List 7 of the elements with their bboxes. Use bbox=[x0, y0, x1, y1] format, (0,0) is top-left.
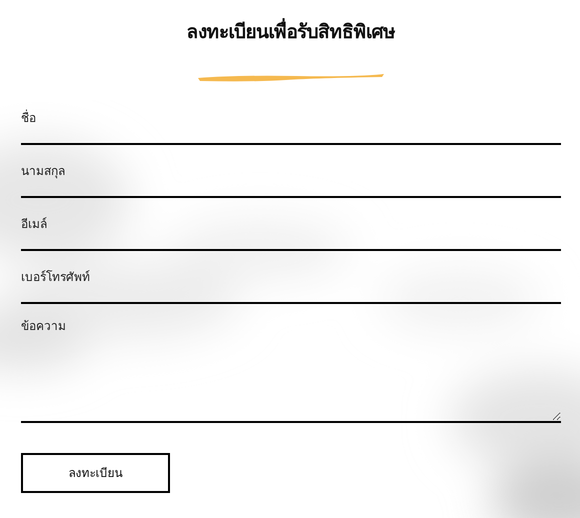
field-label: ชื่อ bbox=[21, 110, 37, 126]
field-label: เบอร์โทรศัพท์ bbox=[21, 269, 91, 285]
field-label: ข้อความ bbox=[21, 318, 67, 334]
field-label: อีเมล์ bbox=[21, 216, 48, 232]
register-button[interactable]: ลงทะเบียน bbox=[21, 453, 170, 493]
field-label: นามสกุล bbox=[21, 163, 66, 179]
form-title: ลงทะเบียนเพื่อรับสิทธิพิเศษ bbox=[21, 18, 561, 46]
